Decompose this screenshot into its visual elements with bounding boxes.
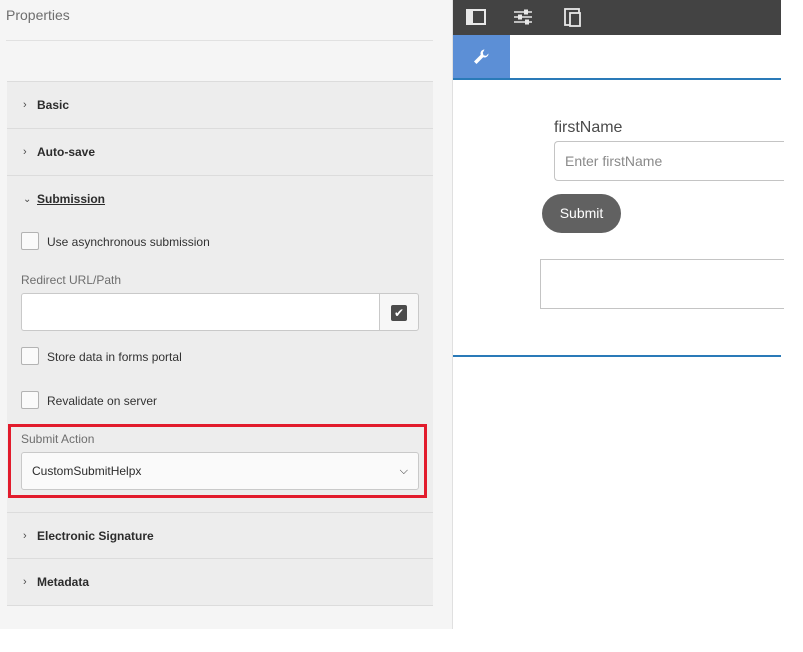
chevron-right-icon: › <box>23 146 27 158</box>
empty-form-container[interactable] <box>540 259 784 309</box>
accordion-basic-label: Basic <box>37 98 70 112</box>
checkmark-icon: ✔ <box>391 305 407 321</box>
panel-toggle-icon[interactable] <box>463 4 489 30</box>
submit-button[interactable]: Submit <box>542 194 621 233</box>
accordion-submission[interactable]: ⌄ Submission <box>7 176 433 223</box>
chevron-down-icon: ⌄ <box>23 194 32 205</box>
chevron-right-icon: › <box>23 99 27 111</box>
store-forms-portal-checkbox[interactable] <box>21 347 39 365</box>
tab-wrench[interactable] <box>453 35 510 79</box>
submit-action-value: CustomSubmitHelpx <box>32 464 142 478</box>
chevron-down-icon: ⌵ <box>399 465 408 477</box>
firstname-input[interactable]: Enter firstName <box>554 141 784 181</box>
accordion-autosave-label: Auto-save <box>37 145 96 159</box>
async-submission-label: Use asynchronous submission <box>47 235 210 249</box>
store-forms-portal-label: Store data in forms portal <box>47 350 182 364</box>
properties-sliders-icon[interactable] <box>510 4 536 30</box>
wrench-icon <box>474 49 489 64</box>
accordion-esign-label: Electronic Signature <box>37 529 154 543</box>
firstname-placeholder: Enter firstName <box>565 153 663 169</box>
submit-action-label: Submit Action <box>21 432 95 446</box>
pane-divider <box>452 0 453 629</box>
accordion-metadata[interactable]: › Metadata <box>7 559 433 606</box>
emulator-icon[interactable] <box>560 4 586 30</box>
redirect-url-label: Redirect URL/Path <box>21 273 122 287</box>
panel-title: Properties <box>6 7 70 23</box>
panel-divider <box>6 40 433 41</box>
chevron-right-icon: › <box>23 576 27 588</box>
accordion-basic[interactable]: › Basic <box>7 82 433 129</box>
redirect-url-input[interactable] <box>21 293 380 331</box>
editor-toolbar <box>453 0 781 35</box>
chevron-right-icon: › <box>23 530 27 542</box>
panel-frame-top <box>453 78 781 80</box>
revalidate-server-checkbox[interactable] <box>21 391 39 409</box>
accordion-electronic-signature[interactable]: › Electronic Signature <box>7 512 433 559</box>
accordion-submission-label: Submission <box>37 192 106 206</box>
redirect-url-confirm-button[interactable]: ✔ <box>379 293 419 331</box>
accordion-autosave[interactable]: › Auto-save <box>7 129 433 176</box>
panel-frame-bottom <box>453 355 781 357</box>
submit-action-select[interactable]: CustomSubmitHelpx ⌵ <box>21 452 419 490</box>
firstname-label: firstName <box>554 119 623 136</box>
revalidate-server-label: Revalidate on server <box>47 394 158 408</box>
accordion-metadata-label: Metadata <box>37 575 90 589</box>
async-submission-checkbox[interactable] <box>21 232 39 250</box>
